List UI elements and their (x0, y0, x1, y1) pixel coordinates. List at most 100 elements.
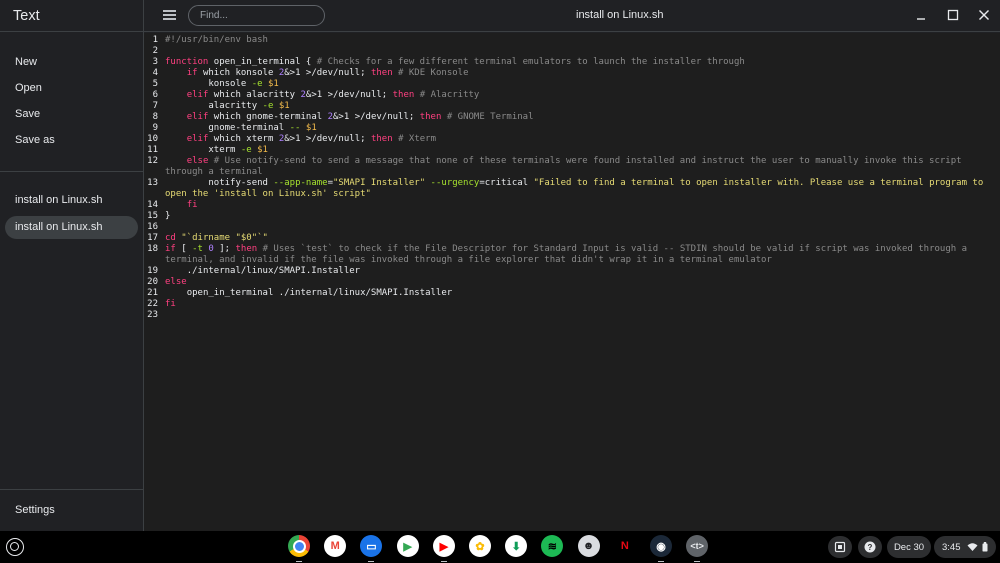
code-text: function open_in_terminal { # Checks for… (165, 57, 998, 68)
linux-penguin-icon[interactable]: ☻ (577, 535, 600, 557)
code-token: &>1 >/dev/null; (284, 68, 371, 78)
line-number: 5 (152, 79, 158, 89)
youtube-icon[interactable]: ▶ (432, 535, 455, 562)
battery-icon (982, 542, 987, 552)
sidebar: Text New Open Save Save as install on Li… (0, 0, 144, 531)
wifi-icon (967, 543, 977, 551)
launcher-icon[interactable] (6, 538, 24, 556)
code-token: $1 (257, 145, 268, 155)
code-text: #!/usr/bin/env bash (165, 35, 998, 46)
line-number: 21 (147, 288, 158, 298)
code-text: cd "`dirname "$0"`" (165, 233, 998, 244)
code-token: # Alacritty (419, 90, 480, 100)
code-token: which gnome-terminal (208, 112, 328, 122)
clock: 3:45 (942, 541, 961, 553)
photos-icon[interactable]: ✿ (469, 535, 491, 557)
code-token: elif (186, 112, 209, 122)
gmail-icon[interactable]: M (324, 535, 347, 557)
line-number: 9 (152, 123, 158, 133)
code-token: -t (192, 244, 203, 254)
code-token: notify-send (165, 178, 274, 188)
spotify-icon[interactable]: ≋ (541, 535, 564, 557)
close-icon[interactable] (976, 7, 992, 23)
code-token: "`dirname "$0"`" (181, 233, 268, 243)
line-number: 14 (147, 200, 158, 210)
code-token: then (370, 134, 393, 144)
code-token: konsole (165, 79, 252, 89)
line-number: 12 (147, 156, 158, 166)
maximize-icon[interactable] (945, 7, 961, 23)
code-editor[interactable]: 1 #!/usr/bin/env bash 2 3 function open_in_t… (144, 33, 1000, 531)
line-number: 17 (147, 233, 158, 243)
line-number: 1 (152, 35, 158, 45)
line-number: 2 (152, 46, 158, 56)
code-token: elif (186, 90, 209, 100)
sheets-download-icon[interactable]: ⬇ (505, 535, 528, 557)
find-input[interactable] (188, 5, 325, 26)
divider (0, 31, 143, 32)
help-icon[interactable]: ? (858, 536, 882, 558)
line-number: 23 (147, 310, 158, 320)
line-number: 4 (152, 68, 158, 78)
code-text: else # Use notify-send to send a message… (165, 156, 998, 178)
code-token: # Checks for a few different terminal em… (316, 57, 745, 67)
code-text: konsole -e $1 (165, 79, 998, 90)
code-token: xterm (165, 145, 241, 155)
play-store-icon[interactable]: ▶ (396, 535, 419, 557)
status-tray[interactable]: 3:45 (934, 536, 996, 558)
menu-new[interactable]: New (15, 56, 37, 68)
line-number: 8 (152, 112, 158, 122)
line-number: 16 (147, 222, 158, 232)
minimize-icon[interactable] (913, 7, 929, 23)
code-token: which alacritty (208, 90, 301, 100)
file-item[interactable]: install on Linux.sh (5, 189, 138, 212)
code-token: =critical (479, 178, 534, 188)
code-token: $1 (305, 123, 317, 133)
line-number: 11 (147, 145, 158, 155)
code-token: ]; (213, 244, 236, 254)
code-token: function (165, 57, 209, 67)
steam-icon[interactable]: ◉ (650, 535, 672, 562)
code-token: -e (251, 79, 263, 89)
code-token: gnome-terminal (165, 123, 290, 133)
line-number: 7 (152, 101, 158, 111)
netflix-icon[interactable]: N (613, 535, 636, 557)
file-item-active[interactable]: install on Linux.sh (5, 216, 138, 239)
code-text: elif which xterm 2&>1 >/dev/null; then #… (165, 134, 998, 145)
menu-save[interactable]: Save (15, 108, 40, 120)
code-token: then (370, 68, 393, 78)
code-token: "SMAPI Installer" (333, 178, 426, 188)
hamburger-menu-icon[interactable] (163, 10, 176, 20)
code-token: open_in_terminal ./internal/linux/SMAPI.… (165, 288, 453, 298)
code-text: open_in_terminal ./internal/linux/SMAPI.… (165, 288, 998, 299)
code-text: fi (165, 299, 998, 310)
code-text: elif which gnome-terminal 2&>1 >/dev/nul… (165, 112, 998, 123)
files-icon[interactable]: ▭ (360, 535, 383, 562)
settings-button[interactable]: Settings (15, 504, 55, 516)
code-token: --urgency (430, 178, 480, 188)
text-app-icon[interactable]: <t> (686, 535, 709, 562)
code-text: if [ -t 0 ]; then # Uses `test` to check… (165, 244, 998, 266)
menu-open[interactable]: Open (15, 82, 42, 94)
code-token: else (165, 277, 187, 287)
code-token: } (165, 211, 171, 221)
code-token: &>1 >/dev/null; (305, 90, 393, 100)
app-title: Text (13, 8, 40, 24)
date-button[interactable]: Dec 30 (887, 536, 931, 558)
code-token: # Xterm (398, 134, 436, 144)
document-title: install on Linux.sh (576, 9, 664, 21)
line-number: 18 (147, 244, 158, 254)
code-token: --app-name (273, 178, 328, 188)
chrome-icon[interactable] (288, 535, 310, 562)
code-token: -e (240, 145, 252, 155)
code-token: then (419, 112, 442, 122)
code-token: $1 (278, 101, 290, 111)
menu-save-as[interactable]: Save as (15, 134, 55, 146)
screenshot-icon[interactable] (828, 536, 852, 558)
code-token: &>1 >/dev/null; (333, 112, 420, 122)
code-token: -- (289, 123, 301, 133)
code-token: which konsole (197, 68, 279, 78)
